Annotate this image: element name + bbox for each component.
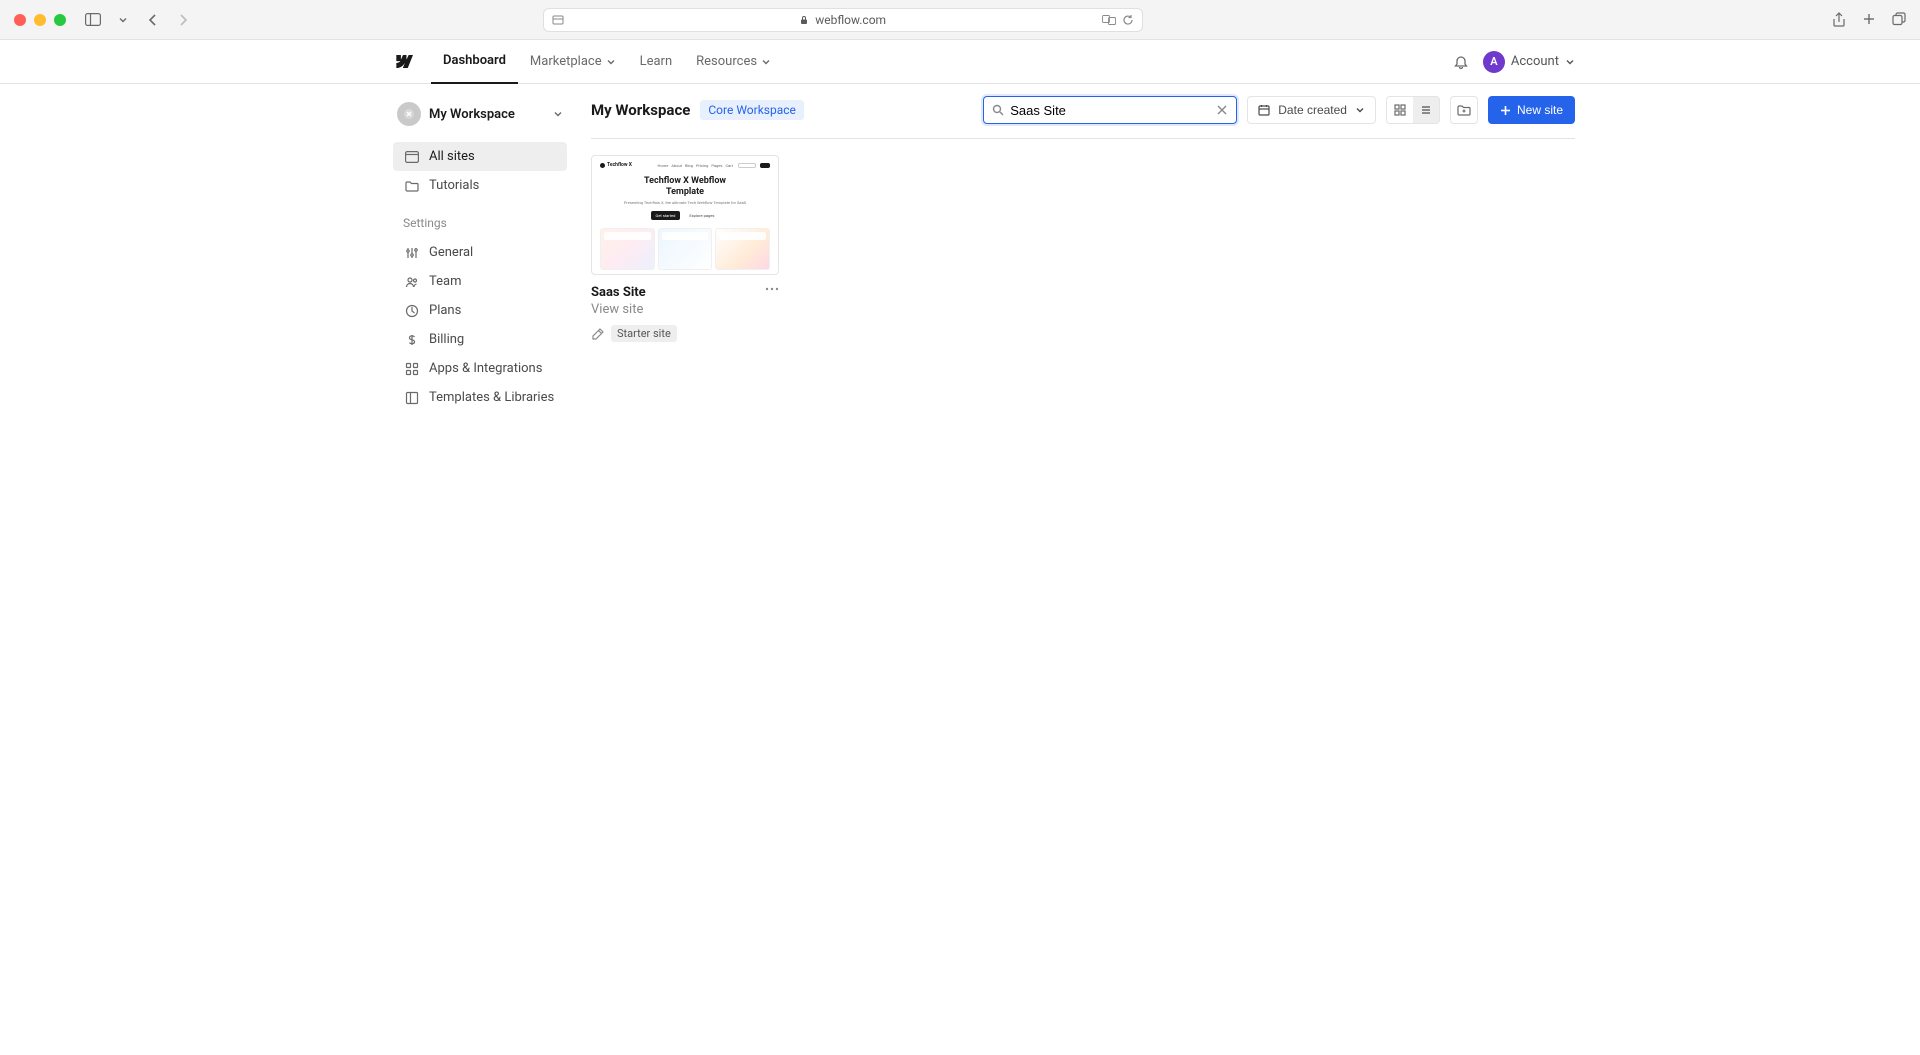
divider (591, 138, 1575, 139)
search-input[interactable] (983, 96, 1237, 124)
sidebar-item-label: Apps & Integrations (429, 361, 542, 376)
list-view-button[interactable] (1413, 97, 1439, 123)
nav-dashboard[interactable]: Dashboard (431, 40, 518, 84)
refresh-icon[interactable] (1122, 14, 1134, 26)
sidebar-section-settings: Settings (393, 200, 567, 238)
url-bar[interactable]: webflow.com (543, 8, 1143, 32)
sidebar-toggle-icon[interactable] (82, 9, 104, 31)
content-header: My Workspace Core Workspace Date created (591, 96, 1575, 124)
sidebar-item-general[interactable]: General (393, 238, 567, 267)
sidebar-item-templates[interactable]: Templates & Libraries (393, 383, 567, 412)
workspace-name: My Workspace (429, 107, 545, 122)
chevron-down-icon[interactable] (112, 9, 134, 31)
minimize-window-icon[interactable] (34, 14, 46, 26)
site-plan-badge: Starter site (611, 325, 677, 342)
team-icon (405, 275, 419, 289)
dollar-icon (405, 333, 419, 347)
plans-icon (405, 304, 419, 318)
sidebar-item-plans[interactable]: Plans (393, 296, 567, 325)
nav-label: Marketplace (530, 54, 602, 69)
sort-label: Date created (1278, 103, 1347, 117)
sidebar-item-label: Templates & Libraries (429, 390, 554, 405)
tabs-icon[interactable] (1892, 12, 1906, 28)
sidebar: My Workspace All sites Tutorials Setting… (393, 96, 577, 412)
sidebar-item-apps[interactable]: Apps & Integrations (393, 354, 567, 383)
nav-label: Resources (696, 54, 757, 69)
browser-chrome: webflow.com (0, 0, 1920, 40)
workspace-plan-badge: Core Workspace (700, 100, 804, 120)
app-header: Dashboard Marketplace Learn Resources A … (0, 40, 1920, 84)
workspace-selector[interactable]: My Workspace (393, 96, 567, 132)
browser-icon (405, 150, 419, 164)
new-folder-button[interactable] (1450, 96, 1478, 124)
nav-marketplace[interactable]: Marketplace (518, 40, 628, 84)
chevron-down-icon (761, 57, 771, 67)
grid-view-button[interactable] (1387, 97, 1413, 123)
workspace-icon (397, 102, 421, 126)
chevron-down-icon (553, 109, 563, 119)
new-site-button[interactable]: New site (1488, 96, 1575, 124)
sidebar-item-label: Tutorials (429, 178, 479, 193)
view-site-link[interactable]: View site (591, 302, 646, 317)
account-label: Account (1511, 54, 1559, 69)
account-menu[interactable]: A Account (1483, 51, 1575, 73)
sliders-icon (405, 246, 419, 260)
new-site-label: New site (1517, 103, 1563, 117)
nav-label: Dashboard (443, 53, 506, 68)
sidebar-item-billing[interactable]: Billing (393, 325, 567, 354)
share-icon[interactable] (1832, 12, 1846, 28)
sidebar-item-all-sites[interactable]: All sites (393, 142, 567, 171)
nav-learn[interactable]: Learn (628, 40, 685, 84)
draft-icon (591, 327, 605, 341)
new-tab-icon[interactable] (1862, 12, 1876, 28)
chevron-down-icon (606, 57, 616, 67)
avatar: A (1483, 51, 1505, 73)
translate-icon[interactable] (1102, 14, 1116, 26)
chevron-down-icon (1355, 105, 1365, 115)
content-area: My Workspace Core Workspace Date created (577, 96, 1575, 412)
site-thumbnail[interactable]: Techflow X HomeAboutBlogPricingPagesCart… (591, 155, 779, 275)
plus-icon (1500, 105, 1511, 116)
site-card[interactable]: Techflow X HomeAboutBlogPricingPagesCart… (591, 155, 779, 342)
forward-button (172, 9, 194, 31)
layout-icon (405, 391, 419, 405)
back-button[interactable] (142, 9, 164, 31)
folder-heart-icon (405, 179, 419, 193)
clear-search-icon[interactable] (1215, 103, 1229, 117)
maximize-window-icon[interactable] (54, 14, 66, 26)
webflow-logo-icon[interactable] (393, 55, 413, 69)
sidebar-item-team[interactable]: Team (393, 267, 567, 296)
sidebar-item-label: Billing (429, 332, 464, 347)
apps-icon (405, 362, 419, 376)
chevron-down-icon (1565, 57, 1575, 67)
site-name: Saas Site (591, 285, 646, 300)
search-field-wrap (983, 96, 1237, 124)
page-title: My Workspace (591, 101, 690, 119)
site-more-icon[interactable] (765, 287, 779, 291)
avatar-letter: A (1490, 55, 1497, 68)
sidebar-item-tutorials[interactable]: Tutorials (393, 171, 567, 200)
window-controls (14, 14, 66, 26)
close-window-icon[interactable] (14, 14, 26, 26)
search-icon (991, 103, 1005, 117)
view-toggle (1386, 96, 1440, 124)
nav-resources[interactable]: Resources (684, 40, 783, 84)
sidebar-item-label: Team (429, 274, 462, 289)
sidebar-item-label: General (429, 245, 473, 260)
sort-dropdown[interactable]: Date created (1247, 96, 1376, 124)
sidebar-item-label: All sites (429, 149, 475, 164)
calendar-icon (1258, 104, 1270, 116)
url-text: webflow.com (815, 13, 886, 27)
notifications-icon[interactable] (1453, 54, 1469, 70)
nav-label: Learn (640, 54, 673, 69)
thumb-brand: Techflow X (607, 162, 632, 168)
lock-icon (799, 15, 809, 25)
website-settings-icon[interactable] (552, 14, 564, 26)
sidebar-item-label: Plans (429, 303, 461, 318)
